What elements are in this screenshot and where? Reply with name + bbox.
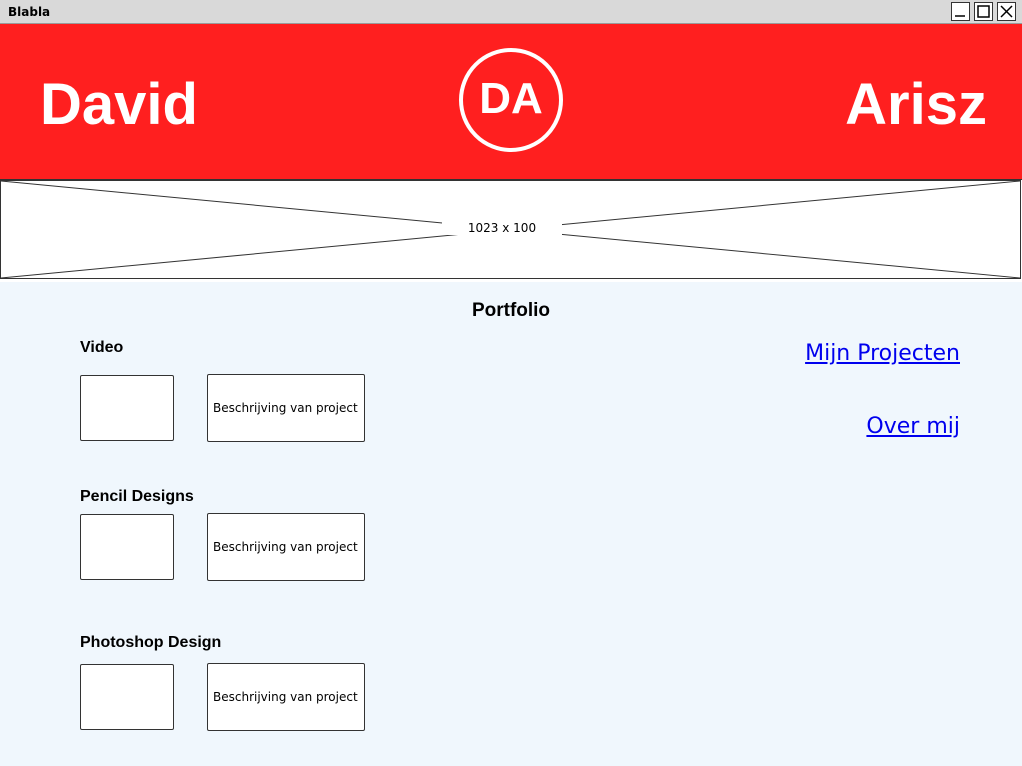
window-title: Blabla [8,5,51,19]
page-title: Portfolio [471,300,551,321]
close-button[interactable] [997,2,1016,21]
project-thumbnail[interactable] [80,664,174,730]
nav-link-mijn-projecten[interactable]: Mijn Projecten [805,341,960,366]
project-thumbnail[interactable] [80,375,174,441]
site-header: David DA Arisz [0,24,1022,180]
project-thumbnail[interactable] [80,514,174,580]
minimize-button[interactable] [951,2,970,21]
maximize-icon [977,5,990,18]
project-description[interactable]: Beschrijving van project [207,374,365,442]
maximize-button[interactable] [974,2,993,21]
banner-image-placeholder: 1023 x 100 [0,180,1021,279]
main-content: Portfolio Video Beschrijving van project… [0,282,1022,766]
minimize-icon [955,15,965,17]
section-title-photoshop-design: Photoshop Design [80,634,222,651]
section-title-video: Video [80,339,124,356]
logo[interactable]: DA [459,48,563,152]
nav-link-over-mij[interactable]: Over mij [866,414,960,439]
close-icon [1000,5,1013,18]
project-description[interactable]: Beschrijving van project [207,663,365,731]
window-titlebar: Blabla [0,0,1022,24]
header-last-name: Arisz [845,72,987,137]
banner-size-label: 1023 x 100 [442,221,562,235]
project-description[interactable]: Beschrijving van project [207,513,365,581]
header-first-name: David [40,72,198,137]
section-title-pencil-designs: Pencil Designs [80,488,194,505]
